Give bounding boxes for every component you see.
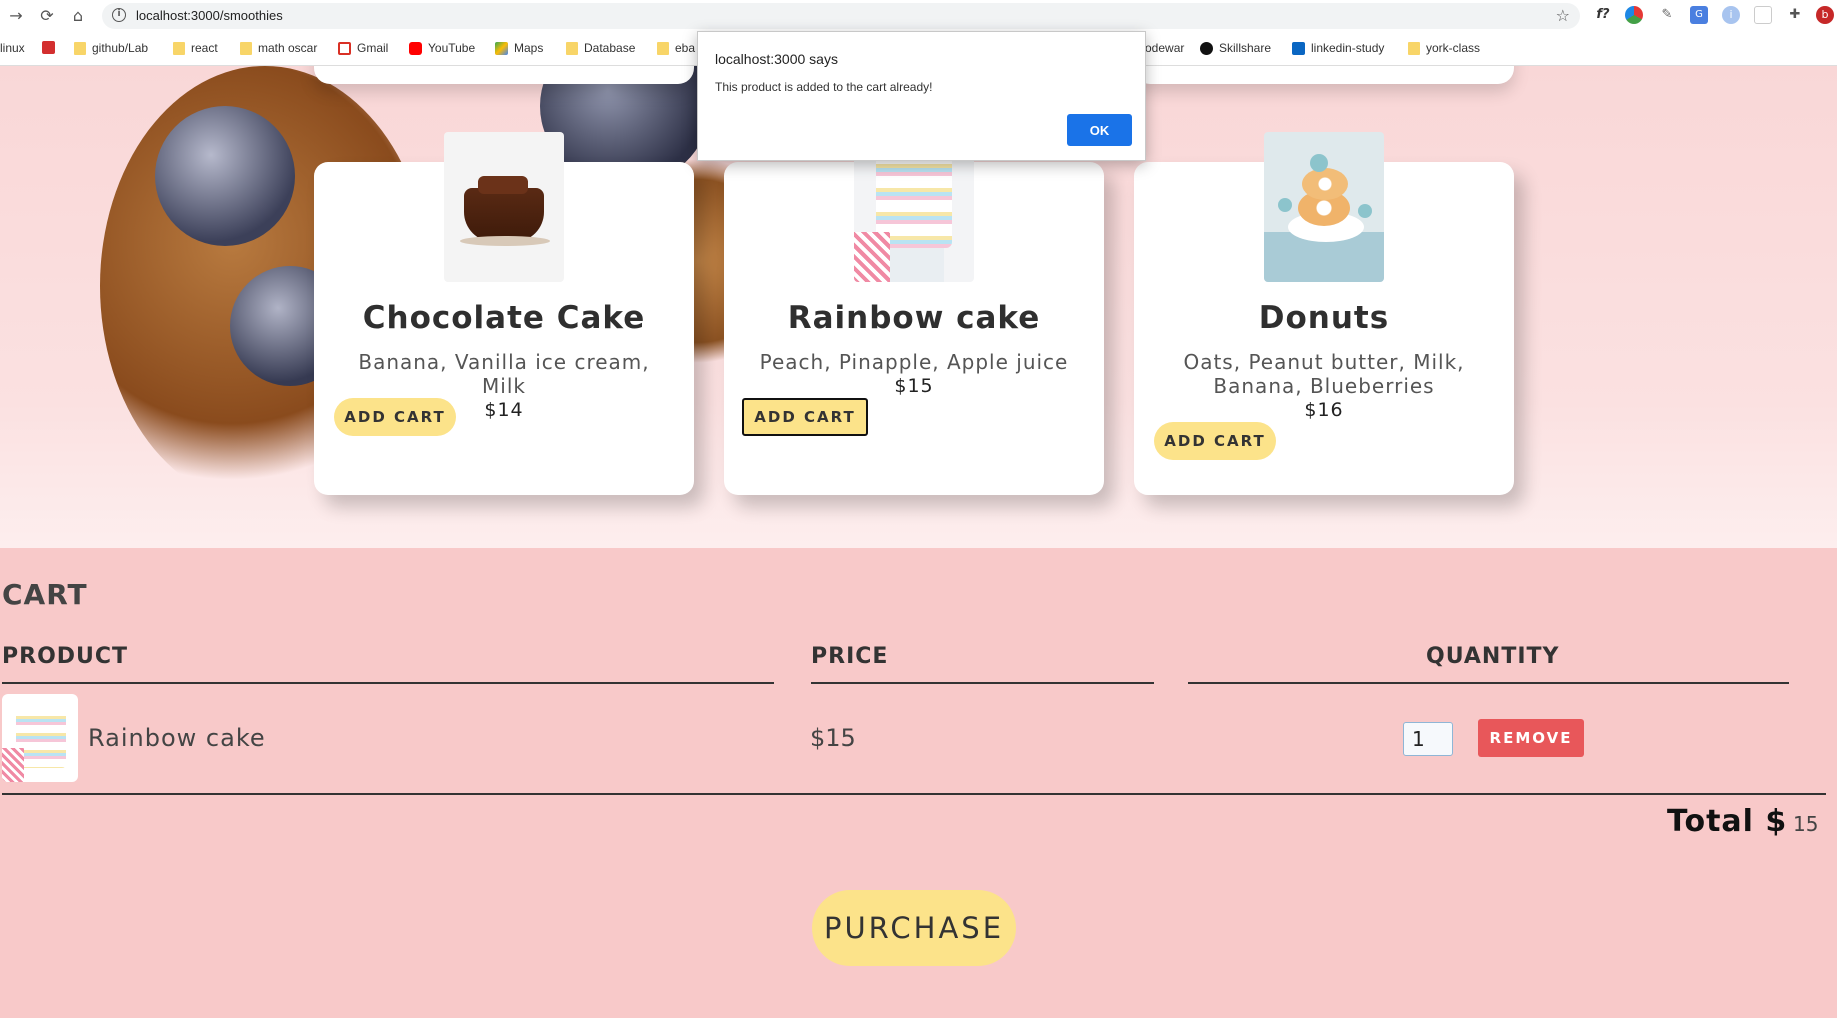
skillshare-icon: [1200, 41, 1213, 55]
folder-icon: [657, 41, 669, 55]
bookmark-skillshare[interactable]: Skillshare: [1200, 41, 1271, 55]
translate-extension-icon[interactable]: G: [1690, 6, 1708, 24]
product-name: Chocolate Cake: [362, 300, 646, 336]
cart-item-image: [2, 694, 78, 782]
purchase-button[interactable]: PURCHASE: [812, 890, 1016, 966]
bookmark-math-oscar[interactable]: math oscar: [240, 41, 317, 55]
product-name: Donuts: [1258, 300, 1390, 336]
chocolate-cake-image: [444, 132, 564, 282]
formula-extension-icon[interactable]: f?: [1594, 6, 1612, 24]
cart-section: CART PRODUCT PRICE QUANTITY Rainbow cake…: [0, 548, 1837, 1018]
linkedin-learning-icon: [1292, 41, 1305, 55]
row-divider: [2, 793, 1826, 795]
bookmark-database[interactable]: Database: [566, 41, 635, 55]
dialog-title: localhost:3000 says: [715, 51, 838, 67]
cart-item-price: $15: [810, 724, 856, 752]
color-picker-extension-icon[interactable]: [1625, 6, 1643, 24]
product-name: Rainbow cake: [787, 300, 1041, 336]
reload-icon[interactable]: ⟳: [37, 6, 57, 26]
product-ingredients: Banana, Vanilla ice cream, Milk: [358, 350, 650, 398]
add-cart-button[interactable]: ADD CART: [334, 398, 456, 436]
folder-icon: [240, 41, 252, 55]
red-site-icon: [42, 41, 55, 54]
info-extension-icon[interactable]: i: [1722, 6, 1740, 24]
ok-button[interactable]: OK: [1067, 114, 1132, 146]
folder-icon: [566, 41, 578, 55]
quantity-input[interactable]: [1403, 722, 1453, 756]
bookmark-star-icon[interactable]: ☆: [1556, 6, 1570, 25]
bookmark-eba[interactable]: eba: [657, 41, 695, 55]
bookmark-icon-red[interactable]: [42, 41, 55, 54]
bookmark-linkedin-study[interactable]: linkedin-study: [1292, 41, 1384, 55]
header-divider: [811, 682, 1154, 684]
product-card-donuts: Donuts Oats, Peanut butter, Milk, Banana…: [1134, 132, 1514, 495]
product-price: $15: [894, 375, 934, 397]
site-info-icon[interactable]: i: [112, 8, 126, 22]
product-card-rainbow-cake: Rainbow cake Peach, Pinapple, Apple juic…: [724, 132, 1104, 495]
home-icon[interactable]: ⌂: [68, 6, 88, 26]
bookmark-react[interactable]: react: [173, 41, 218, 55]
product-card-chocolate-cake: Chocolate Cake Banana, Vanilla ice cream…: [314, 132, 694, 495]
bookmark-york-class[interactable]: york-class: [1408, 41, 1480, 55]
blueberry-decoration: [155, 106, 295, 246]
header-divider: [2, 682, 774, 684]
column-header-quantity: QUANTITY: [1426, 644, 1560, 669]
gmail-icon: [338, 41, 351, 55]
profile-avatar[interactable]: b: [1816, 6, 1834, 24]
cart-title: CART: [2, 578, 88, 611]
total-label: Total $: [1667, 804, 1788, 839]
card-partial-top: [1134, 66, 1514, 84]
youtube-icon: [409, 41, 422, 55]
bookmark-maps[interactable]: Maps: [495, 41, 543, 55]
product-ingredients: Oats, Peanut butter, Milk, Banana, Blueb…: [1183, 350, 1465, 398]
product-ingredients: Peach, Pinapple, Apple juice: [759, 350, 1069, 374]
bookmark-github-lab[interactable]: github/Lab: [74, 41, 148, 55]
remove-button[interactable]: REMOVE: [1478, 719, 1584, 757]
alert-dialog: localhost:3000 says This product is adde…: [697, 31, 1146, 161]
folder-icon: [173, 41, 185, 55]
add-cart-button[interactable]: ADD CART: [1154, 422, 1276, 460]
product-price: $16: [1304, 399, 1344, 421]
card-partial-top: [314, 66, 694, 84]
product-description: Peach, Pinapple, Apple juice $15: [744, 350, 1084, 398]
eyedropper-extension-icon[interactable]: ✎: [1658, 6, 1676, 24]
cart-item-name: Rainbow cake: [88, 724, 266, 752]
add-cart-button[interactable]: ADD CART: [742, 398, 868, 436]
bookmark-gmail[interactable]: Gmail: [338, 41, 388, 55]
blank-extension-icon[interactable]: [1754, 6, 1772, 24]
bookmark-youtube[interactable]: YouTube: [409, 41, 475, 55]
browser-toolbar: → ⟳ ⌂ i localhost:3000/smoothies ☆ f? ✎ …: [0, 0, 1837, 32]
header-divider: [1188, 682, 1789, 684]
address-bar[interactable]: i localhost:3000/smoothies ☆: [102, 3, 1580, 29]
back-arrow-icon[interactable]: →: [6, 6, 26, 26]
column-header-price: PRICE: [811, 644, 889, 669]
dialog-message: This product is added to the cart alread…: [715, 80, 933, 94]
donuts-image: [1264, 132, 1384, 282]
url-text[interactable]: localhost:3000/smoothies: [136, 8, 283, 23]
column-header-product: PRODUCT: [2, 644, 129, 669]
product-description: Oats, Peanut butter, Milk, Banana, Blueb…: [1154, 350, 1494, 422]
puzzle-extensions-icon[interactable]: ✚: [1786, 6, 1804, 24]
folder-icon: [74, 41, 86, 55]
bookmark-linux[interactable]: linux: [0, 41, 25, 55]
maps-icon: [495, 41, 508, 55]
bookmark-odewar[interactable]: odewar: [1145, 41, 1184, 55]
folder-icon: [1408, 41, 1420, 55]
total-value: 15: [1793, 812, 1819, 836]
